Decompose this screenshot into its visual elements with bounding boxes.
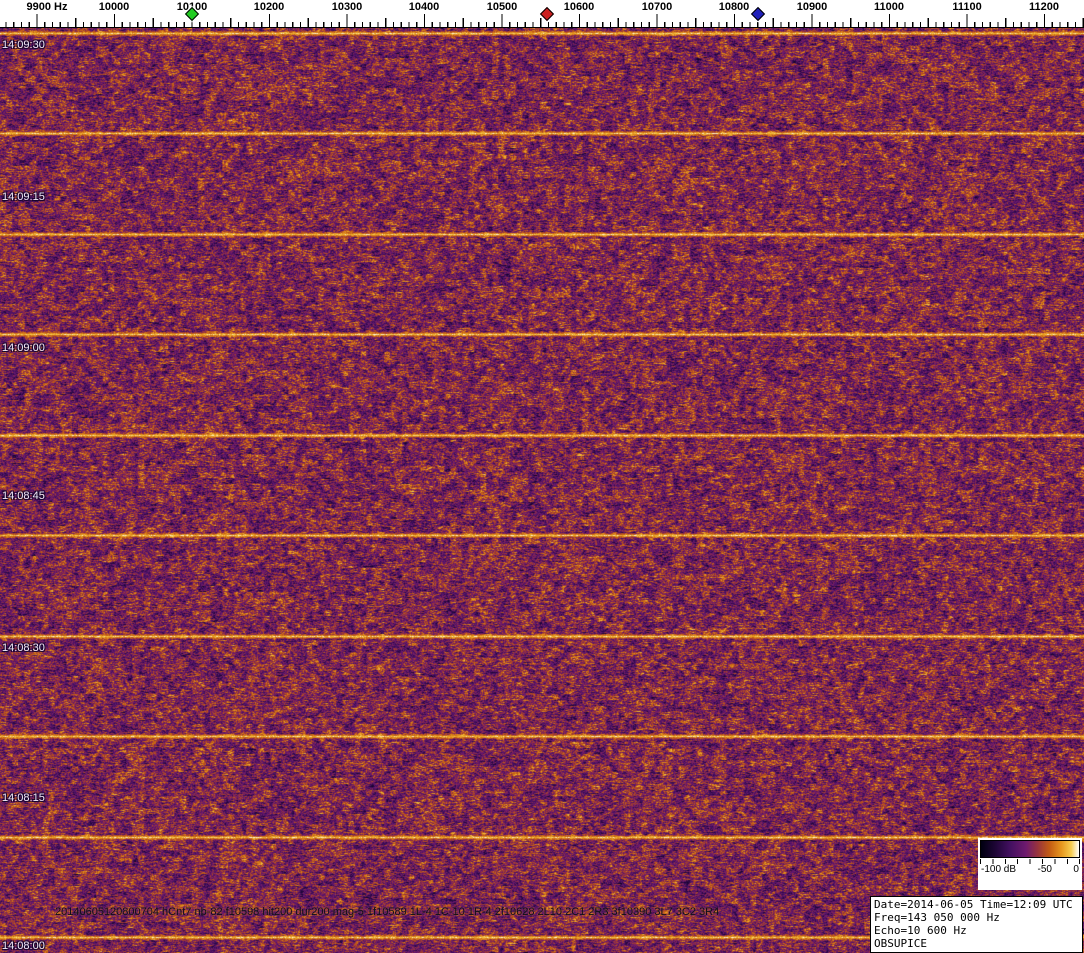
time-tick-label: 14:09:30 (2, 39, 45, 51)
time-tick-label: 14:08:30 (2, 642, 45, 654)
freq-tick-label: 10000 (98, 1, 130, 13)
time-tick-label: 14:09:15 (2, 191, 45, 203)
frequency-ruler[interactable]: 9900 Hz100001010010200103001040010500106… (0, 0, 1084, 28)
freq-tick-label: 10300 (331, 1, 363, 13)
freq-tick-label: 11200 (1029, 1, 1059, 13)
freq-tick-label: 10400 (408, 1, 440, 13)
db-label-min: -100 dB (981, 864, 1017, 875)
db-label-max: 0 (1073, 864, 1079, 875)
red-frequency-marker-icon[interactable] (539, 6, 555, 22)
time-tick-label: 14:09:00 (2, 342, 45, 354)
info-frequency: Freq=143 050 000 Hz (874, 911, 1000, 924)
waterfall-display[interactable] (0, 28, 1084, 953)
time-tick-label: 14:08:15 (2, 792, 45, 804)
time-tick-label: 14:08:00 (2, 940, 45, 952)
freq-tick-label: 10800 (718, 1, 750, 13)
freq-tick-label: 10700 (641, 1, 673, 13)
freq-tick-label: 11100 (952, 1, 982, 13)
freq-tick-label: 10600 (563, 1, 595, 13)
time-tick-label: 14:08:45 (2, 490, 45, 502)
meteor-spectrogram-app: 9900 Hz100001010010200103001040010500106… (0, 0, 1084, 953)
db-scale-labels: -100 dB -50 0 (980, 864, 1080, 876)
blue-frequency-marker-icon[interactable] (750, 6, 766, 22)
info-echo: Echo=10 600 Hz (874, 924, 967, 937)
detection-annotation: 20140605120800704 hCnt7 nb-82 f10598 hit… (55, 906, 720, 918)
db-label-mid: -50 (1037, 864, 1052, 875)
freq-tick-label: 10900 (796, 1, 828, 13)
observation-info-box: Date=2014-06-05 Time=12:09 UTC Freq=143 … (870, 896, 1083, 953)
freq-tick-label: 11000 (874, 1, 904, 13)
db-scale-legend: -100 dB -50 0 (978, 838, 1082, 890)
freq-tick-label: 9900 Hz (26, 1, 68, 13)
freq-tick-label: 10500 (486, 1, 518, 13)
info-date-time: Date=2014-06-05 Time=12:09 UTC (874, 898, 1073, 911)
freq-tick-label: 10200 (253, 1, 285, 13)
db-gradient-bar (980, 840, 1080, 858)
info-station: OBSUPICE (874, 937, 927, 950)
